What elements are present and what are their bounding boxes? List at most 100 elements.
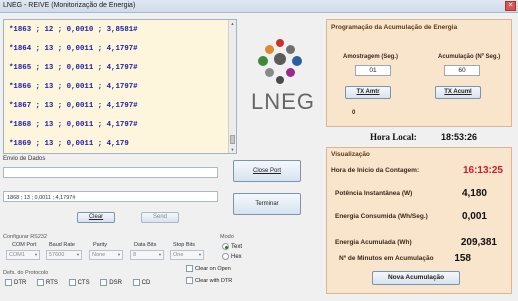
energy-accum-value: 209,381 (460, 237, 497, 248)
chevron-down-icon: ▼ (198, 252, 202, 257)
parity-select[interactable]: None ▼ (89, 250, 123, 260)
lneg-logo: LNEG (248, 37, 318, 117)
cts-checkbox[interactable]: CTS (68, 279, 90, 287)
window-title: LNEG - REIVE (Monitorização de Energia) (3, 2, 136, 9)
radio-empty-icon (222, 253, 229, 260)
protocol-group-title: Defs. do Protocolo (3, 270, 49, 276)
new-accumulation-button[interactable]: Nova Acumulação (372, 271, 460, 285)
checkbox-icon (100, 279, 108, 286)
close-port-button[interactable]: Close Port (233, 160, 301, 182)
checkbox-icon (132, 279, 140, 286)
serial-scrollbar[interactable]: ▲ ▼ (228, 20, 236, 153)
clear-with-dtr-label: Clear with DTR (195, 277, 233, 284)
checkbox-icon (5, 279, 12, 286)
checkbox-icon (68, 279, 76, 286)
data-bits-label: Data Bits (134, 242, 157, 248)
local-time-label: Hora Local: (370, 132, 417, 142)
sample-input[interactable]: 01 (355, 65, 391, 76)
scroll-thumb[interactable] (230, 135, 235, 144)
cd-label: CD (141, 280, 151, 287)
visualization-panel: Visualização Hora de Inicio da Contagem:… (326, 147, 512, 294)
programming-panel: Programação da Acumulação de Energia Amo… (326, 19, 512, 127)
power-label: Potência Instantânea (W) (335, 190, 413, 197)
dtr-checkbox[interactable]: DTR (5, 279, 27, 287)
start-time-label: Hora de Inicio da Contagem: (331, 167, 420, 174)
parity-label: Parity (93, 242, 108, 248)
programming-title: Programação da Acumulação de Energia (331, 24, 458, 31)
mode-text-radio[interactable]: Text (222, 243, 242, 250)
rts-label: RTS (46, 280, 58, 287)
serial-line: *1869 ; 13 ; 0,0011 ; 4,179 (9, 140, 129, 148)
clear-on-open-label: Clear on Open (195, 265, 231, 272)
protocol-checkboxes: DTR RTS CTS DSR CD (5, 279, 150, 286)
scroll-up-icon[interactable]: ▲ (229, 20, 236, 27)
chevron-down-icon: ▼ (158, 252, 162, 257)
dtr-label: DTR (14, 280, 27, 287)
baud-rate-value: 57600 (49, 252, 65, 258)
dsr-label: DSR (109, 280, 122, 287)
cd-checkbox[interactable]: CD (132, 279, 151, 287)
sample-label: Amostragem (Seg.) (343, 54, 399, 60)
mode-hex-label: Hex (231, 254, 242, 261)
energy-accum-label: Energia Acumulada (Wh) (335, 239, 412, 246)
title-bar: LNEG - REIVE (Monitorização de Energia) … (0, 0, 518, 13)
parity-value: None (92, 252, 106, 258)
programming-status: 0 (352, 110, 356, 116)
serial-output-box[interactable]: *1863 ; 12 ; 0,0010 ; 3,8581# *1864 ; 13… (3, 19, 237, 154)
visualization-title: Visualização (331, 151, 370, 158)
send-button[interactable]: Send (141, 212, 179, 223)
clear-button[interactable]: Clear (77, 212, 115, 223)
mode-text-label: Text (231, 244, 243, 251)
checkbox-icon (186, 265, 193, 272)
clear-on-open-checkbox[interactable]: Clear on Open (186, 265, 231, 272)
tx-acum-button[interactable]: TX Acuml (435, 86, 481, 99)
serial-line: *1866 ; 13 ; 0,0011 ; 4,1797# (9, 83, 138, 91)
stop-bits-value: One (173, 252, 184, 258)
last-received-field[interactable]: 1868 ; 13 ; 0,0011 ; 4,1797# (3, 191, 218, 202)
mode-hex-radio[interactable]: Hex (222, 253, 242, 260)
com-port-select[interactable]: COM1 ▼ (6, 250, 40, 260)
data-bits-select[interactable]: 8 ▼ (130, 250, 164, 260)
power-value: 4,180 (461, 188, 487, 199)
rts-checkbox[interactable]: RTS (37, 279, 58, 287)
stop-bits-label: Stop Bits (173, 242, 196, 248)
baud-rate-select[interactable]: 57600 ▼ (46, 250, 82, 260)
stop-bits-select[interactable]: One ▼ (170, 250, 204, 260)
close-port-label: Close Port (252, 168, 281, 174)
dsr-checkbox[interactable]: DSR (100, 279, 122, 287)
logo-text: LNEG (251, 89, 315, 114)
rs232-group-title: Configurar RS232 (3, 234, 48, 240)
tx-amst-button[interactable]: TX Amtr (345, 86, 391, 99)
radio-selected-icon (222, 243, 229, 250)
minutes-label: Nº de Minutos em Acumulação (339, 255, 434, 262)
com-port-label: COM Port (12, 242, 37, 248)
tx-acum-label: TX Acuml (444, 89, 472, 95)
chevron-down-icon: ▼ (117, 252, 121, 257)
com-port-value: COM1 (9, 252, 25, 258)
clear-with-dtr-checkbox[interactable]: Clear with DTR (186, 277, 232, 284)
local-time-value: 18:53:26 (441, 132, 478, 142)
tx-amst-label: TX Amtr (356, 89, 380, 95)
terminate-button[interactable]: Terminar (233, 193, 301, 215)
accum-seconds-input[interactable]: 60 (444, 65, 480, 76)
data-bits-value: 8 (133, 252, 137, 258)
serial-line: *1863 ; 12 ; 0,0010 ; 3,8581# (9, 26, 138, 34)
energy-consumed-value: 0,001 (461, 211, 487, 222)
start-time-value: 16:13:25 (462, 165, 503, 176)
chevron-down-icon: ▼ (76, 252, 80, 257)
checkbox-icon (186, 277, 193, 284)
accum-seconds-label: Acumulação (Nº Seg.) (438, 54, 501, 60)
send-data-label: Envio de Dados (3, 156, 46, 162)
baud-rate-label: Baud Rate (49, 242, 75, 248)
chevron-down-icon: ▼ (34, 252, 38, 257)
energy-consumed-label: Energia Consumida (Wh/Seg.) (335, 213, 428, 220)
scroll-down-icon[interactable]: ▼ (229, 146, 236, 153)
cts-label: CTS (77, 280, 90, 287)
close-icon[interactable]: ✕ (505, 1, 516, 11)
serial-line: *1865 ; 13 ; 0,0011 ; 4,1797# (9, 64, 138, 72)
main-content: *1863 ; 12 ; 0,0010 ; 3,8581# *1864 ; 13… (0, 13, 518, 301)
serial-line: *1867 ; 13 ; 0,0011 ; 4,1797# (9, 102, 138, 110)
send-data-input[interactable] (3, 167, 218, 178)
checkbox-icon (37, 279, 45, 286)
minutes-value: 158 (454, 253, 471, 264)
